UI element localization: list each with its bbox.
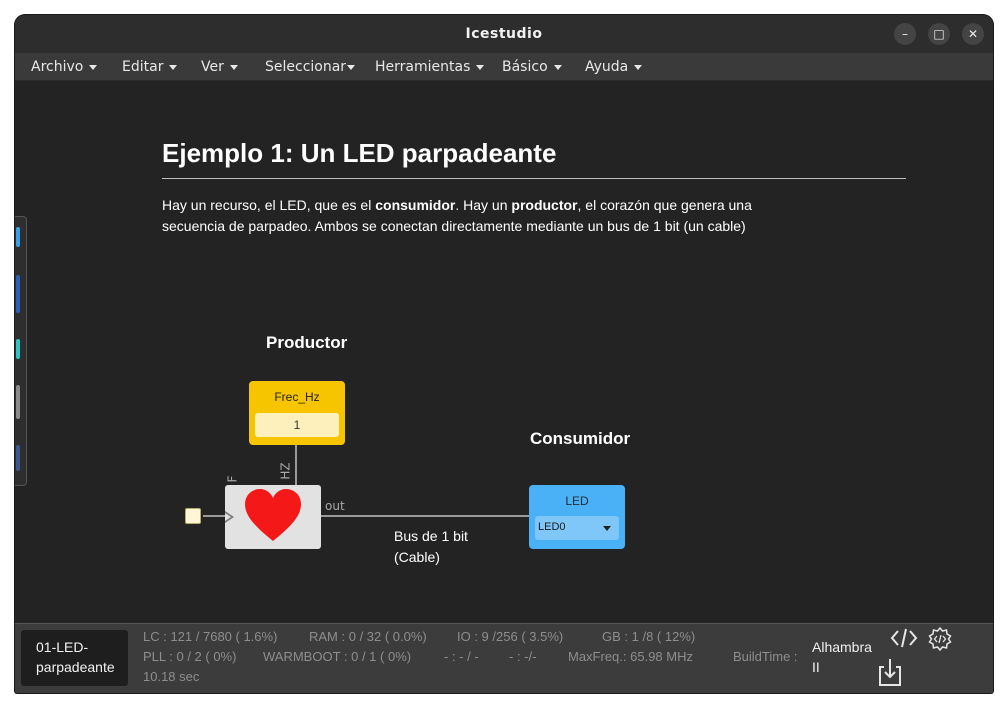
dock-app-icon[interactable]: [16, 227, 20, 247]
menu-ayuda[interactable]: Ayuda: [585, 59, 643, 75]
caret-down-icon: [229, 64, 238, 70]
consumer-label: Consumidor: [530, 429, 631, 448]
side-dock: [15, 216, 27, 486]
constant-name: Frec_Hz: [274, 390, 320, 404]
menu-label: Archivo: [31, 59, 84, 75]
menu-seleccionar[interactable]: Seleccionar: [265, 59, 356, 75]
menu-editar[interactable]: Editar: [122, 59, 178, 75]
description-text: Hay un recurso, el LED, que es el consum…: [162, 195, 802, 237]
stat-placeholder: - : - / -: [444, 649, 479, 664]
caret-down-icon: [476, 64, 485, 70]
bus-label: Bus de 1 bit (Cable): [394, 526, 468, 568]
app-window: Icestudio – □ ✕ Archivo Editar Ver Selec…: [15, 15, 993, 693]
bold-term: productor: [511, 197, 578, 213]
close-button[interactable]: ✕: [962, 23, 984, 45]
led-pin-value: LED0: [538, 521, 566, 533]
design-canvas[interactable]: Ejemplo 1: Un LED parpadeante Hay un rec…: [15, 82, 993, 623]
project-name-line: parpadeante: [36, 659, 115, 675]
clock-input-marker-inner: [225, 513, 231, 521]
dock-app-icon[interactable]: [16, 445, 20, 471]
constant-value-input[interactable]: 1: [255, 413, 339, 437]
led-block[interactable]: LED LED0: [529, 485, 625, 549]
bus-label-line: Bus de 1 bit: [394, 528, 468, 544]
stat-buildtime-label: BuildTime :: [733, 649, 798, 664]
menu-label: Herramientas: [375, 59, 471, 75]
caret-down-icon: [634, 64, 643, 70]
board-name-line: II: [812, 659, 820, 675]
stat-buildtime-value: 10.18 sec: [143, 669, 200, 684]
bold-term: consumidor: [375, 197, 456, 213]
code-settings-icon[interactable]: [927, 626, 953, 652]
wire-frequency[interactable]: [295, 444, 297, 485]
caret-down-icon: [347, 64, 356, 70]
dock-app-icon[interactable]: [16, 275, 20, 313]
led-name: LED: [565, 494, 589, 508]
board-name-line: Alhambra: [812, 639, 872, 655]
pin-label-f: F: [225, 475, 240, 483]
wire-out-to-led[interactable]: [321, 515, 530, 517]
clock-input-pin[interactable]: [185, 508, 201, 524]
stat-ram: RAM : 0 / 32 ( 0.0%): [309, 629, 427, 644]
heart-block[interactable]: [225, 485, 321, 549]
wire-clock-input[interactable]: [203, 515, 225, 517]
menu-ver[interactable]: Ver: [201, 59, 238, 75]
title-bar: Icestudio – □ ✕: [15, 15, 993, 53]
caret-down-icon: [553, 64, 562, 70]
text-run: Hay un recurso, el LED, que es el: [162, 197, 376, 213]
bus-label-line: (Cable): [394, 549, 440, 565]
code-icon[interactable]: [890, 627, 918, 649]
menu-label: Ver: [201, 59, 224, 75]
caret-down-icon: [169, 64, 178, 70]
window-title: Icestudio: [465, 26, 543, 42]
board-name[interactable]: Alhambra II: [812, 637, 874, 677]
stat-maxfreq: MaxFreq.: 65.98 MHz: [568, 649, 693, 664]
producer-label: Productor: [266, 333, 348, 352]
stat-io: IO : 9 /256 ( 3.5%): [457, 629, 564, 644]
page-title: Ejemplo 1: Un LED parpadeante: [162, 138, 557, 168]
menu-archivo[interactable]: Archivo: [31, 59, 98, 75]
heading-divider: [162, 178, 906, 179]
stat-pll: PLL : 0 / 2 ( 0%): [143, 649, 237, 664]
led-pin-select[interactable]: LED0: [535, 516, 619, 540]
caret-down-icon: [89, 64, 98, 70]
pin-label-hz: HZ: [278, 462, 293, 480]
project-name-line: 01-LED-: [36, 639, 89, 655]
stat-warmboot: WARMBOOT : 0 / 1 ( 0%): [263, 649, 412, 664]
upload-icon[interactable]: [878, 657, 902, 687]
constant-block[interactable]: Frec_Hz 1: [249, 381, 345, 445]
menu-bar: Archivo Editar Ver Seleccionar Herramien…: [15, 53, 993, 81]
menu-basico[interactable]: Básico: [502, 59, 562, 75]
menu-label: Ayuda: [585, 59, 629, 75]
stat-gb: GB : 1 /8 ( 12%): [602, 629, 696, 644]
menu-label: Seleccionar: [265, 59, 347, 75]
text-run: . Hay un: [455, 197, 512, 213]
menu-label: Editar: [122, 59, 164, 75]
stat-lc: LC : 121 / 7680 ( 1.6%): [143, 629, 278, 644]
menu-herramientas[interactable]: Herramientas: [375, 59, 485, 75]
maximize-button[interactable]: □: [928, 23, 950, 45]
heart-icon: [245, 489, 301, 541]
project-name[interactable]: 01-LED- parpadeante: [21, 630, 128, 686]
dock-app-icon[interactable]: [16, 339, 20, 359]
caret-down-icon: [603, 526, 611, 531]
stat-placeholder: - : -/-: [509, 649, 537, 664]
dock-app-icon[interactable]: [16, 385, 20, 419]
menu-label: Básico: [502, 59, 548, 75]
status-bar: 01-LED- parpadeante LC : 121 / 7680 ( 1.…: [15, 623, 993, 693]
pin-label-out: out: [325, 499, 345, 513]
minimize-button[interactable]: –: [894, 23, 916, 45]
